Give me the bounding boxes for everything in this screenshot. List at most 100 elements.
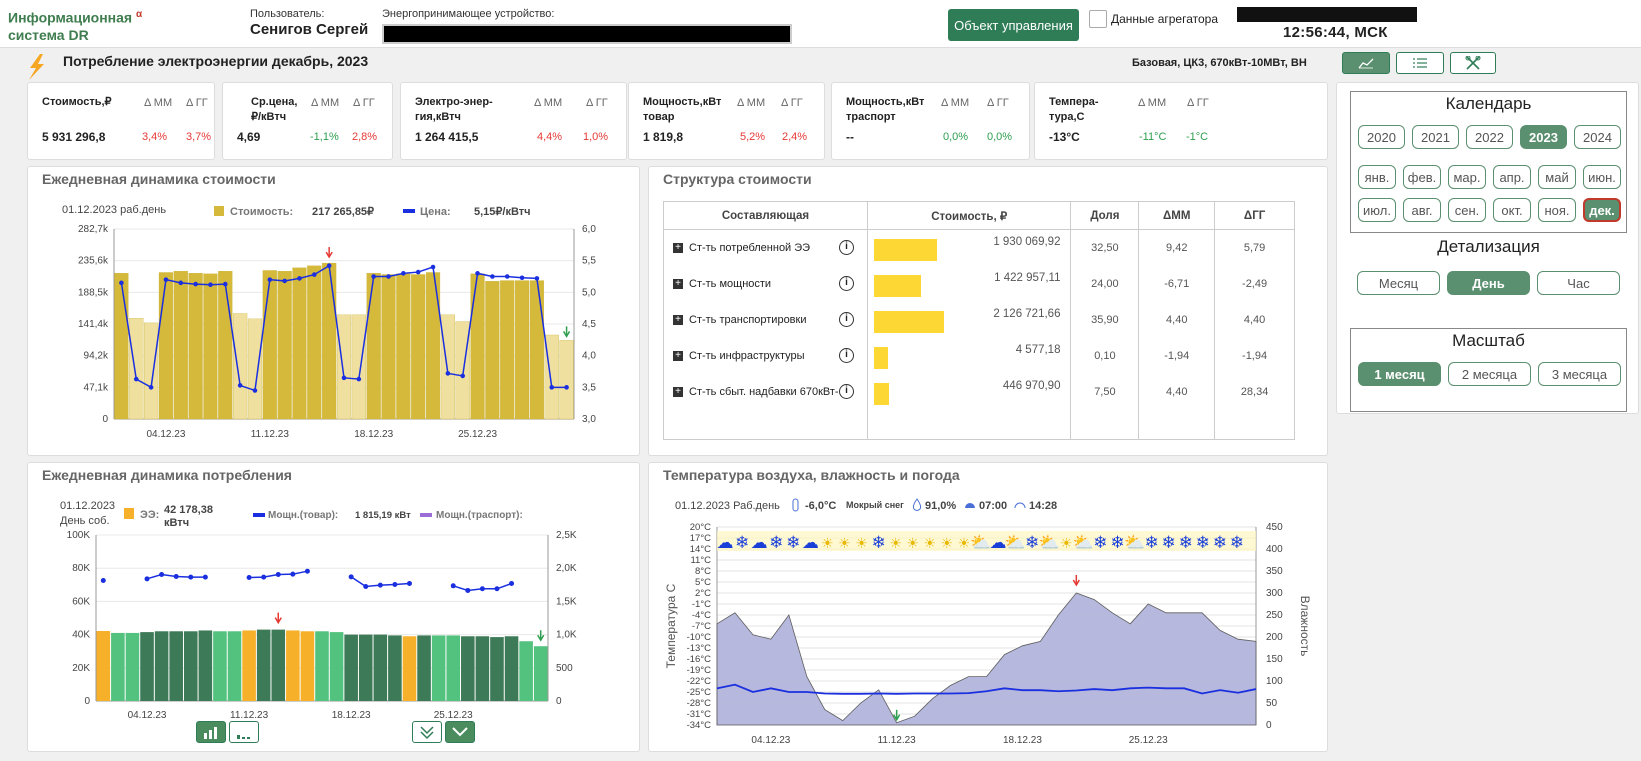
- detail-option-2[interactable]: День: [1447, 271, 1530, 295]
- object-button[interactable]: Объект управления: [948, 9, 1079, 41]
- info-icon[interactable]: i: [839, 348, 854, 363]
- structure-dmm: 4,40: [1138, 301, 1216, 338]
- cost-bar: [425, 272, 441, 420]
- structure-row[interactable]: + Ст-ть транспортировки i 2 126 721,66 35,90…: [663, 301, 1295, 338]
- y-left-tick: 60K: [72, 596, 90, 607]
- month-pill-7[interactable]: июл.: [1358, 198, 1396, 222]
- list-icon: [1413, 58, 1427, 68]
- structure-row[interactable]: + Ст-ть сбыт. надбавки 670кВт-10МВi 446 97…: [663, 373, 1295, 410]
- kpi-card[interactable]: Темпера-тура,С Δ ММ Δ ГГ -13°C -11°C -1°C: [1034, 82, 1328, 160]
- energy-bar: [475, 636, 490, 701]
- cost-bar: [307, 265, 322, 420]
- small-bar-view-toggle[interactable]: [229, 721, 259, 743]
- expand-icon[interactable]: +: [673, 278, 683, 289]
- expand-icon[interactable]: +: [673, 314, 683, 325]
- scale-option-3[interactable]: 3 месяца: [1538, 362, 1621, 386]
- header-dmm[interactable]: ΔММ: [1138, 201, 1216, 230]
- info-icon[interactable]: i: [839, 240, 854, 256]
- year-pill-2022[interactable]: 2022: [1466, 125, 1513, 149]
- humidity-icon: [912, 498, 922, 511]
- aggregator-checkbox[interactable]: [1089, 10, 1107, 28]
- empty-cell: [663, 409, 868, 440]
- kpi-card[interactable]: Мощность,кВт товар Δ ММ Δ ГГ 1 819,8 5,2% 2,4%: [628, 82, 825, 160]
- month-pill-12[interactable]: дек.: [1583, 198, 1621, 222]
- year-pill-2024[interactable]: 2024: [1574, 125, 1621, 149]
- energy-bar: [198, 630, 213, 701]
- price-legend-label: Цена:: [420, 206, 451, 218]
- collapse-all-button[interactable]: [412, 721, 442, 743]
- weather-date: 01.12.2023 Раб.день: [675, 500, 780, 512]
- month-pill-11[interactable]: ноя.: [1538, 198, 1576, 222]
- info-icon[interactable]: i: [839, 312, 854, 327]
- month-pill-3[interactable]: мар.: [1448, 165, 1486, 189]
- month-pill-2[interactable]: фев.: [1403, 165, 1441, 189]
- ee-legend-value2: кВтч: [164, 517, 189, 529]
- kpi-card[interactable]: Ср.цена, ₽/кВтч Δ ММ Δ ГГ 4,69 -1,1% 2,8%: [222, 82, 393, 160]
- list-view-button[interactable]: [1396, 52, 1444, 74]
- kpi-label-line1: Стоимость,₽: [42, 96, 112, 108]
- scale-option-2[interactable]: 2 месяца: [1448, 362, 1531, 386]
- month-pill-4[interactable]: апр.: [1493, 165, 1531, 189]
- info-icon[interactable]: i: [839, 384, 854, 399]
- expand-button[interactable]: [445, 721, 475, 743]
- header-component[interactable]: Составляющая: [663, 201, 868, 230]
- structure-dgg: 28,34: [1214, 373, 1295, 410]
- energy-bar: [227, 631, 242, 701]
- energy-bar: [213, 631, 227, 701]
- price-point: [178, 280, 184, 286]
- structure-row[interactable]: + Ст-ть мощности i 1 422 957,11 24,00 -6,71 -2…: [663, 265, 1295, 302]
- sun-icon: ☀: [923, 535, 936, 551]
- year-pill-2020[interactable]: 2020: [1358, 125, 1405, 149]
- energy-bar: [96, 630, 111, 701]
- kpi-card[interactable]: Стоимость,₽ Δ ММ Δ ГГ 5 931 296,8 3,4% 3,7%: [27, 82, 215, 160]
- month-pill-9[interactable]: сен.: [1448, 198, 1486, 222]
- kpi-dgg-value: -1°C: [1186, 131, 1209, 143]
- year-pill-2023[interactable]: 2023: [1520, 125, 1567, 149]
- year-pill-2021[interactable]: 2021: [1412, 125, 1459, 149]
- month-pill-10[interactable]: окт.: [1493, 198, 1531, 222]
- share-bar: [873, 238, 938, 261]
- detail-option-1[interactable]: Месяц: [1357, 271, 1440, 295]
- energy-bar: [504, 636, 519, 701]
- y-left-tick: 17°C: [690, 533, 711, 544]
- structure-dgg: -2,49: [1214, 265, 1295, 302]
- info-icon[interactable]: i: [839, 276, 854, 291]
- price-point: [163, 277, 169, 282]
- kpi-card[interactable]: Мощность,кВт траспорт Δ ММ Δ ГГ -- 0,0% 0,0%: [831, 82, 1030, 160]
- y-left-tick: -7°C: [692, 621, 711, 632]
- month-pill-8[interactable]: авг.: [1403, 198, 1441, 222]
- sub-header: Потребление электроэнергии декабрь, 2023…: [22, 52, 1422, 80]
- kpi-dgg-label: Δ ГГ: [353, 97, 375, 109]
- header-share[interactable]: Доля: [1070, 201, 1140, 230]
- small-bar-icon: [237, 735, 250, 739]
- empty-cell: [1070, 409, 1140, 440]
- kpi-dmm-value: -1,1%: [310, 131, 339, 143]
- chart-view-button[interactable]: [1342, 52, 1390, 74]
- detail-option-3[interactable]: Час: [1537, 271, 1620, 295]
- weather-humidity: 91,0%: [925, 500, 956, 512]
- structure-row[interactable]: + Ст-ть потребленной ЭЭ i 1 930 069,92 32,50…: [663, 229, 1295, 266]
- expand-icon[interactable]: +: [673, 350, 683, 361]
- expand-icon[interactable]: +: [673, 386, 683, 397]
- tools-view-button[interactable]: [1450, 52, 1496, 74]
- cost-panel-title: Ежедневная динамика стоимости: [42, 171, 276, 187]
- double-chevron-down-icon: [420, 726, 434, 740]
- header-cost[interactable]: Стоимость, ₽: [866, 201, 1072, 230]
- header-dgg[interactable]: ΔГГ: [1214, 201, 1295, 230]
- kpi-dgg-value: 2,8%: [352, 131, 378, 143]
- scale-option-1[interactable]: 1 месяц: [1358, 362, 1441, 386]
- pow-goods-swatch: [253, 513, 265, 517]
- kpi-dgg-label: Δ ГГ: [1187, 97, 1209, 109]
- structure-row[interactable]: + Ст-ть инфраструктуры i 4 577,18 0,10 -1,94-…: [663, 337, 1295, 374]
- top-bar: Информационная α система DR Пользователь…: [0, 0, 1641, 48]
- energy-bar: [417, 635, 431, 701]
- bar-view-toggle[interactable]: [196, 721, 226, 743]
- expand-icon[interactable]: +: [673, 242, 683, 253]
- structure-name: Ст-ть инфраструктуры: [689, 349, 805, 362]
- month-pill-6[interactable]: июн.: [1583, 165, 1621, 189]
- month-pill-5[interactable]: май: [1538, 165, 1576, 189]
- app-logo[interactable]: Информационная α система DR: [8, 6, 158, 44]
- month-pill-1[interactable]: янв.: [1358, 165, 1396, 189]
- kpi-card[interactable]: Электро-энер-гия,кВтч Δ ММ Δ ГГ 1 264 415,5…: [400, 82, 627, 160]
- device-select[interactable]: [382, 24, 792, 44]
